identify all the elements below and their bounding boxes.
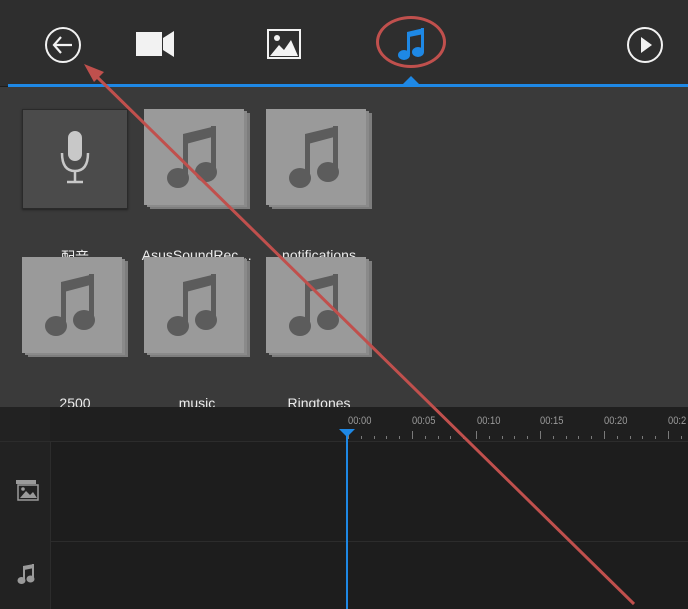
music-note-icon — [167, 274, 217, 336]
minor-tick — [578, 436, 580, 439]
play-button[interactable] — [626, 26, 664, 64]
minor-tick — [360, 436, 362, 439]
music-track-icon[interactable] — [17, 563, 35, 590]
major-tick — [604, 431, 605, 439]
minor-tick — [591, 436, 593, 439]
minor-tick — [386, 436, 388, 439]
minor-tick — [655, 436, 657, 439]
video-camera-icon — [136, 31, 174, 57]
minor-tick — [501, 436, 503, 439]
image-icon — [267, 29, 301, 59]
major-tick — [412, 431, 413, 439]
tick-label: 00:15 — [540, 415, 564, 427]
timeline[interactable]: 00:00 00:05 00:10 00:15 00:20 00:2 — [0, 407, 688, 609]
tick-label: 00:05 — [412, 415, 436, 427]
minor-tick — [488, 436, 490, 439]
music-folder-icon — [266, 109, 372, 209]
minor-tick — [552, 436, 554, 439]
folder-tile-music[interactable]: music — [144, 257, 256, 411]
photo-track-icon[interactable] — [15, 479, 39, 506]
minor-tick — [616, 436, 618, 439]
folder-tile-voiceover[interactable]: 配音 — [22, 109, 134, 265]
major-tick — [476, 431, 477, 439]
folder-tile-ringtones[interactable]: Ringtones — [266, 257, 378, 411]
media-folder-panel: 配音 AsusSoundRec… — [0, 87, 688, 411]
tab-music[interactable] — [382, 22, 442, 66]
minor-tick — [629, 436, 631, 439]
minor-tick — [373, 436, 375, 439]
media-toolbar — [0, 0, 688, 87]
music-folder-icon — [144, 257, 250, 357]
folder-tile-notifications[interactable]: notifications — [266, 109, 378, 263]
minor-tick — [437, 436, 439, 439]
music-note-icon — [45, 274, 95, 336]
minor-tick — [680, 436, 682, 439]
tab-photo[interactable] — [264, 24, 304, 64]
minor-tick — [514, 436, 516, 439]
major-tick — [668, 431, 669, 439]
playhead-handle[interactable] — [339, 429, 355, 437]
minor-tick — [424, 436, 426, 439]
tick-label: 00:10 — [477, 415, 501, 427]
active-tab-indicator — [403, 76, 419, 84]
tick-label: 00:2 — [668, 415, 687, 427]
ruler-divider — [0, 441, 688, 442]
music-note-icon — [398, 28, 424, 60]
folder-tile-asussoundrec[interactable]: AsusSoundRec… — [142, 109, 256, 263]
major-tick — [540, 431, 541, 439]
music-folder-icon — [22, 257, 128, 357]
minor-tick — [527, 436, 529, 439]
voiceover-thumbnail — [22, 109, 128, 209]
music-folder-icon — [144, 109, 250, 209]
minor-tick — [463, 436, 465, 439]
minor-tick — [642, 436, 644, 439]
music-folder-icon — [266, 257, 372, 357]
track-divider — [50, 541, 688, 542]
track-header-column — [0, 407, 51, 609]
microphone-icon — [60, 131, 90, 184]
folder-tile-2500[interactable]: 2500 — [22, 257, 134, 411]
music-note-icon — [289, 126, 339, 188]
arrow-left-circle-icon — [45, 27, 81, 63]
tick-label: 00:20 — [604, 415, 628, 427]
music-note-icon — [289, 274, 339, 336]
back-button[interactable] — [44, 26, 82, 64]
minor-tick — [450, 436, 452, 439]
tab-video[interactable] — [132, 24, 178, 64]
music-note-icon — [167, 126, 217, 188]
tick-label: 00:00 — [348, 415, 372, 427]
playhead[interactable] — [346, 433, 348, 609]
play-circle-icon — [627, 27, 663, 63]
minor-tick — [565, 436, 567, 439]
minor-tick — [399, 436, 401, 439]
timeline-ruler[interactable]: 00:00 00:05 00:10 00:15 00:20 00:2 — [50, 407, 688, 441]
